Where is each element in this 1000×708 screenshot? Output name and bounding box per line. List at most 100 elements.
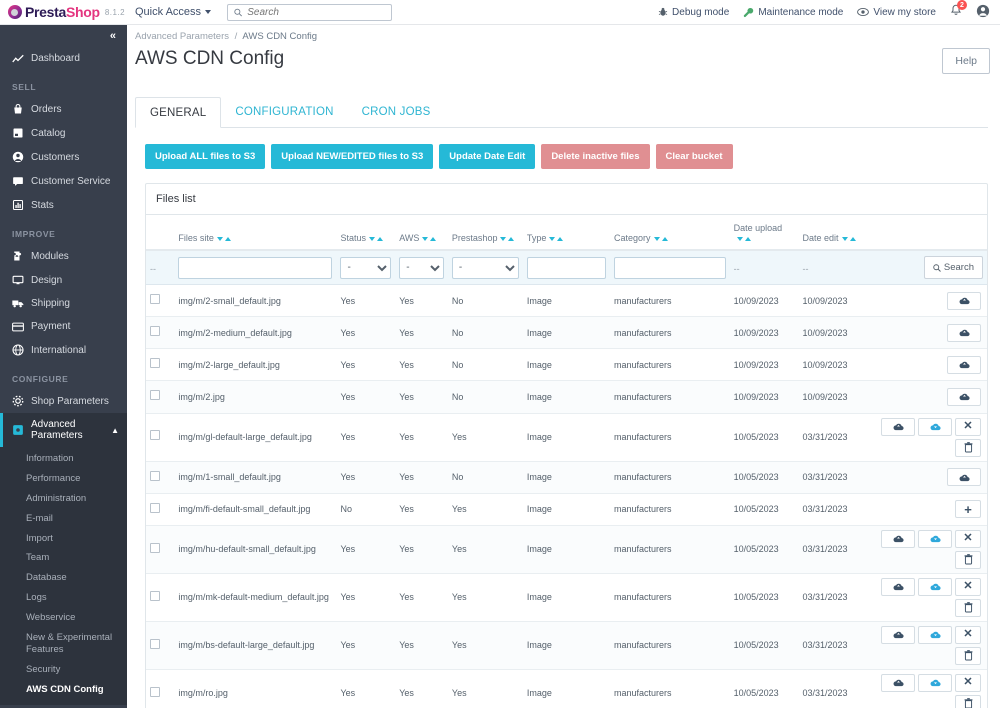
th-date-edit[interactable]: Date edit bbox=[798, 215, 870, 251]
subnav-item-database[interactable]: Database bbox=[0, 568, 127, 588]
remove-file-button[interactable]: ✕ bbox=[955, 529, 981, 548]
upload-to-s3-button[interactable] bbox=[947, 468, 981, 487]
download-from-s3-button[interactable] bbox=[918, 625, 952, 644]
sidebar-item-customer-service[interactable]: Customer Service bbox=[0, 169, 127, 193]
subnav-item-security[interactable]: Security bbox=[0, 660, 127, 680]
sort-arrows[interactable] bbox=[736, 236, 751, 241]
upload-to-s3-button[interactable] bbox=[947, 291, 981, 310]
table-row[interactable]: img/m/1-small_default.jpg Yes Yes No Image ma… bbox=[146, 461, 987, 494]
table-row[interactable]: img/m/hu-default-small_default.jpg Yes Yes… bbox=[146, 525, 987, 574]
sidebar-item-shipping[interactable]: Shipping bbox=[0, 292, 127, 315]
tab-general[interactable]: GENERAL bbox=[135, 97, 222, 128]
upload-all-files-button[interactable]: Upload ALL files to S3 bbox=[145, 144, 266, 169]
subnav-item-logs[interactable]: Logs bbox=[0, 588, 127, 608]
table-row[interactable]: img/m/2-small_default.jpg Yes Yes No Image ma… bbox=[146, 284, 987, 318]
collapse-sidebar-button[interactable]: « bbox=[110, 30, 116, 42]
upload-to-s3-button[interactable] bbox=[881, 529, 915, 548]
sort-arrows[interactable] bbox=[216, 236, 231, 241]
upload-new-edited-files-button[interactable]: Upload NEW/EDITED files to S3 bbox=[271, 144, 434, 169]
upload-to-s3-button[interactable] bbox=[947, 323, 981, 342]
filter-category-input[interactable] bbox=[614, 256, 726, 279]
subnav-item-email[interactable]: E-mail bbox=[0, 509, 127, 529]
th-category[interactable]: Category bbox=[610, 215, 730, 251]
sort-arrows[interactable] bbox=[422, 236, 437, 241]
subnav-item-aws-cdn-config[interactable]: AWS CDN Config bbox=[0, 680, 127, 700]
sidebar-item-design[interactable]: Design bbox=[0, 268, 127, 292]
debug-mode-button[interactable]: Debug mode bbox=[658, 7, 729, 18]
upload-to-s3-button[interactable] bbox=[947, 355, 981, 374]
maintenance-mode-button[interactable]: Maintenance mode bbox=[743, 7, 843, 18]
remove-file-button[interactable]: ✕ bbox=[955, 577, 981, 596]
upload-to-s3-button[interactable] bbox=[881, 625, 915, 644]
row-checkbox[interactable] bbox=[150, 542, 160, 553]
sort-arrows[interactable] bbox=[368, 236, 383, 241]
search-filter-button[interactable]: Search bbox=[923, 256, 983, 279]
sidebar-item-orders[interactable]: Orders bbox=[0, 97, 127, 121]
table-row[interactable]: img/m/2.jpg Yes Yes No Image manufacturers 10/… bbox=[146, 380, 987, 414]
th-date-upload[interactable]: Date upload bbox=[729, 215, 799, 251]
row-checkbox[interactable] bbox=[150, 390, 160, 401]
help-button[interactable]: Help bbox=[942, 48, 990, 74]
delete-file-button[interactable] bbox=[955, 550, 981, 569]
delete-file-button[interactable] bbox=[955, 694, 981, 708]
table-row[interactable]: img/m/gl-default-large_default.jpg Yes Yes… bbox=[146, 413, 987, 462]
download-from-s3-button[interactable] bbox=[918, 673, 952, 692]
filter-aws-select[interactable]: - bbox=[399, 256, 444, 279]
sort-arrows[interactable] bbox=[653, 236, 668, 241]
row-checkbox[interactable] bbox=[150, 686, 160, 697]
row-checkbox[interactable] bbox=[150, 358, 160, 369]
sidebar-item-advanced-parameters[interactable]: Advanced Parameters ▲ bbox=[0, 413, 127, 447]
sidebar-item-dashboard[interactable]: Dashboard bbox=[0, 47, 127, 70]
filter-status-select[interactable]: - bbox=[340, 256, 392, 279]
row-checkbox[interactable] bbox=[150, 638, 160, 649]
download-from-s3-button[interactable] bbox=[918, 417, 952, 436]
subnav-item-administration[interactable]: Administration bbox=[0, 489, 127, 509]
table-row[interactable]: img/m/ro.jpg Yes Yes Yes Image manufacturers 1… bbox=[146, 669, 987, 708]
row-checkbox[interactable] bbox=[150, 502, 160, 513]
delete-file-button[interactable] bbox=[955, 598, 981, 617]
add-file-button[interactable]: + bbox=[955, 500, 981, 519]
subnav-item-team[interactable]: Team bbox=[0, 548, 127, 568]
table-row[interactable]: img/m/mk-default-medium_default.jpg Yes Ye… bbox=[146, 573, 987, 622]
update-date-edit-button[interactable]: Update Date Edit bbox=[439, 144, 536, 169]
delete-file-button[interactable] bbox=[955, 646, 981, 665]
upload-to-s3-button[interactable] bbox=[881, 673, 915, 692]
table-row[interactable]: img/m/fi-default-small_default.jpg No Yes Y… bbox=[146, 493, 987, 526]
subnav-item-information[interactable]: Information bbox=[0, 449, 127, 469]
sidebar-item-modules[interactable]: Modules bbox=[0, 244, 127, 268]
upload-to-s3-button[interactable] bbox=[881, 577, 915, 596]
sidebar-item-stats[interactable]: Stats bbox=[0, 193, 127, 217]
breadcrumb-parent[interactable]: Advanced Parameters bbox=[135, 31, 229, 42]
subnav-item-webservice[interactable]: Webservice bbox=[0, 608, 127, 628]
download-from-s3-button[interactable] bbox=[918, 577, 952, 596]
quick-access-menu[interactable]: Quick Access bbox=[135, 6, 212, 18]
notifications-button[interactable]: 2 bbox=[950, 0, 967, 20]
sidebar-item-customers[interactable]: Customers bbox=[0, 145, 127, 169]
global-search[interactable] bbox=[227, 3, 393, 21]
row-checkbox[interactable] bbox=[150, 294, 160, 304]
sidebar-item-catalog[interactable]: Catalog bbox=[0, 121, 127, 145]
sort-arrows[interactable] bbox=[841, 236, 856, 241]
th-type[interactable]: Type bbox=[522, 215, 611, 251]
table-row[interactable]: img/m/bs-default-large_default.jpg Yes Yes… bbox=[146, 621, 987, 670]
th-aws[interactable]: AWS bbox=[395, 215, 448, 251]
download-from-s3-button[interactable] bbox=[918, 529, 952, 548]
th-files-site[interactable]: Files site bbox=[174, 215, 337, 251]
th-prestashop[interactable]: Prestashop bbox=[447, 215, 523, 251]
clear-bucket-button[interactable]: Clear bucket bbox=[655, 144, 733, 169]
subnav-item-performance[interactable]: Performance bbox=[0, 469, 127, 489]
delete-inactive-files-button[interactable]: Delete inactive files bbox=[541, 144, 650, 169]
sidebar-item-international[interactable]: International bbox=[0, 338, 127, 362]
prestashop-logo[interactable]: PrestaShop 8.1.2 bbox=[0, 4, 125, 20]
upload-to-s3-button[interactable] bbox=[947, 387, 981, 406]
filter-files-site-input[interactable] bbox=[178, 256, 333, 279]
subnav-item-new-experimental-features[interactable]: New & Experimental Features bbox=[0, 628, 127, 660]
row-checkbox[interactable] bbox=[150, 326, 160, 337]
sidebar-item-shop-parameters[interactable]: Shop Parameters bbox=[0, 389, 127, 413]
filter-type-input[interactable] bbox=[526, 256, 607, 279]
account-button[interactable] bbox=[976, 4, 990, 21]
sidebar-item-payment[interactable]: Payment bbox=[0, 315, 127, 338]
search-input[interactable] bbox=[247, 6, 386, 18]
sort-arrows[interactable] bbox=[549, 236, 564, 241]
upload-to-s3-button[interactable] bbox=[881, 417, 915, 436]
